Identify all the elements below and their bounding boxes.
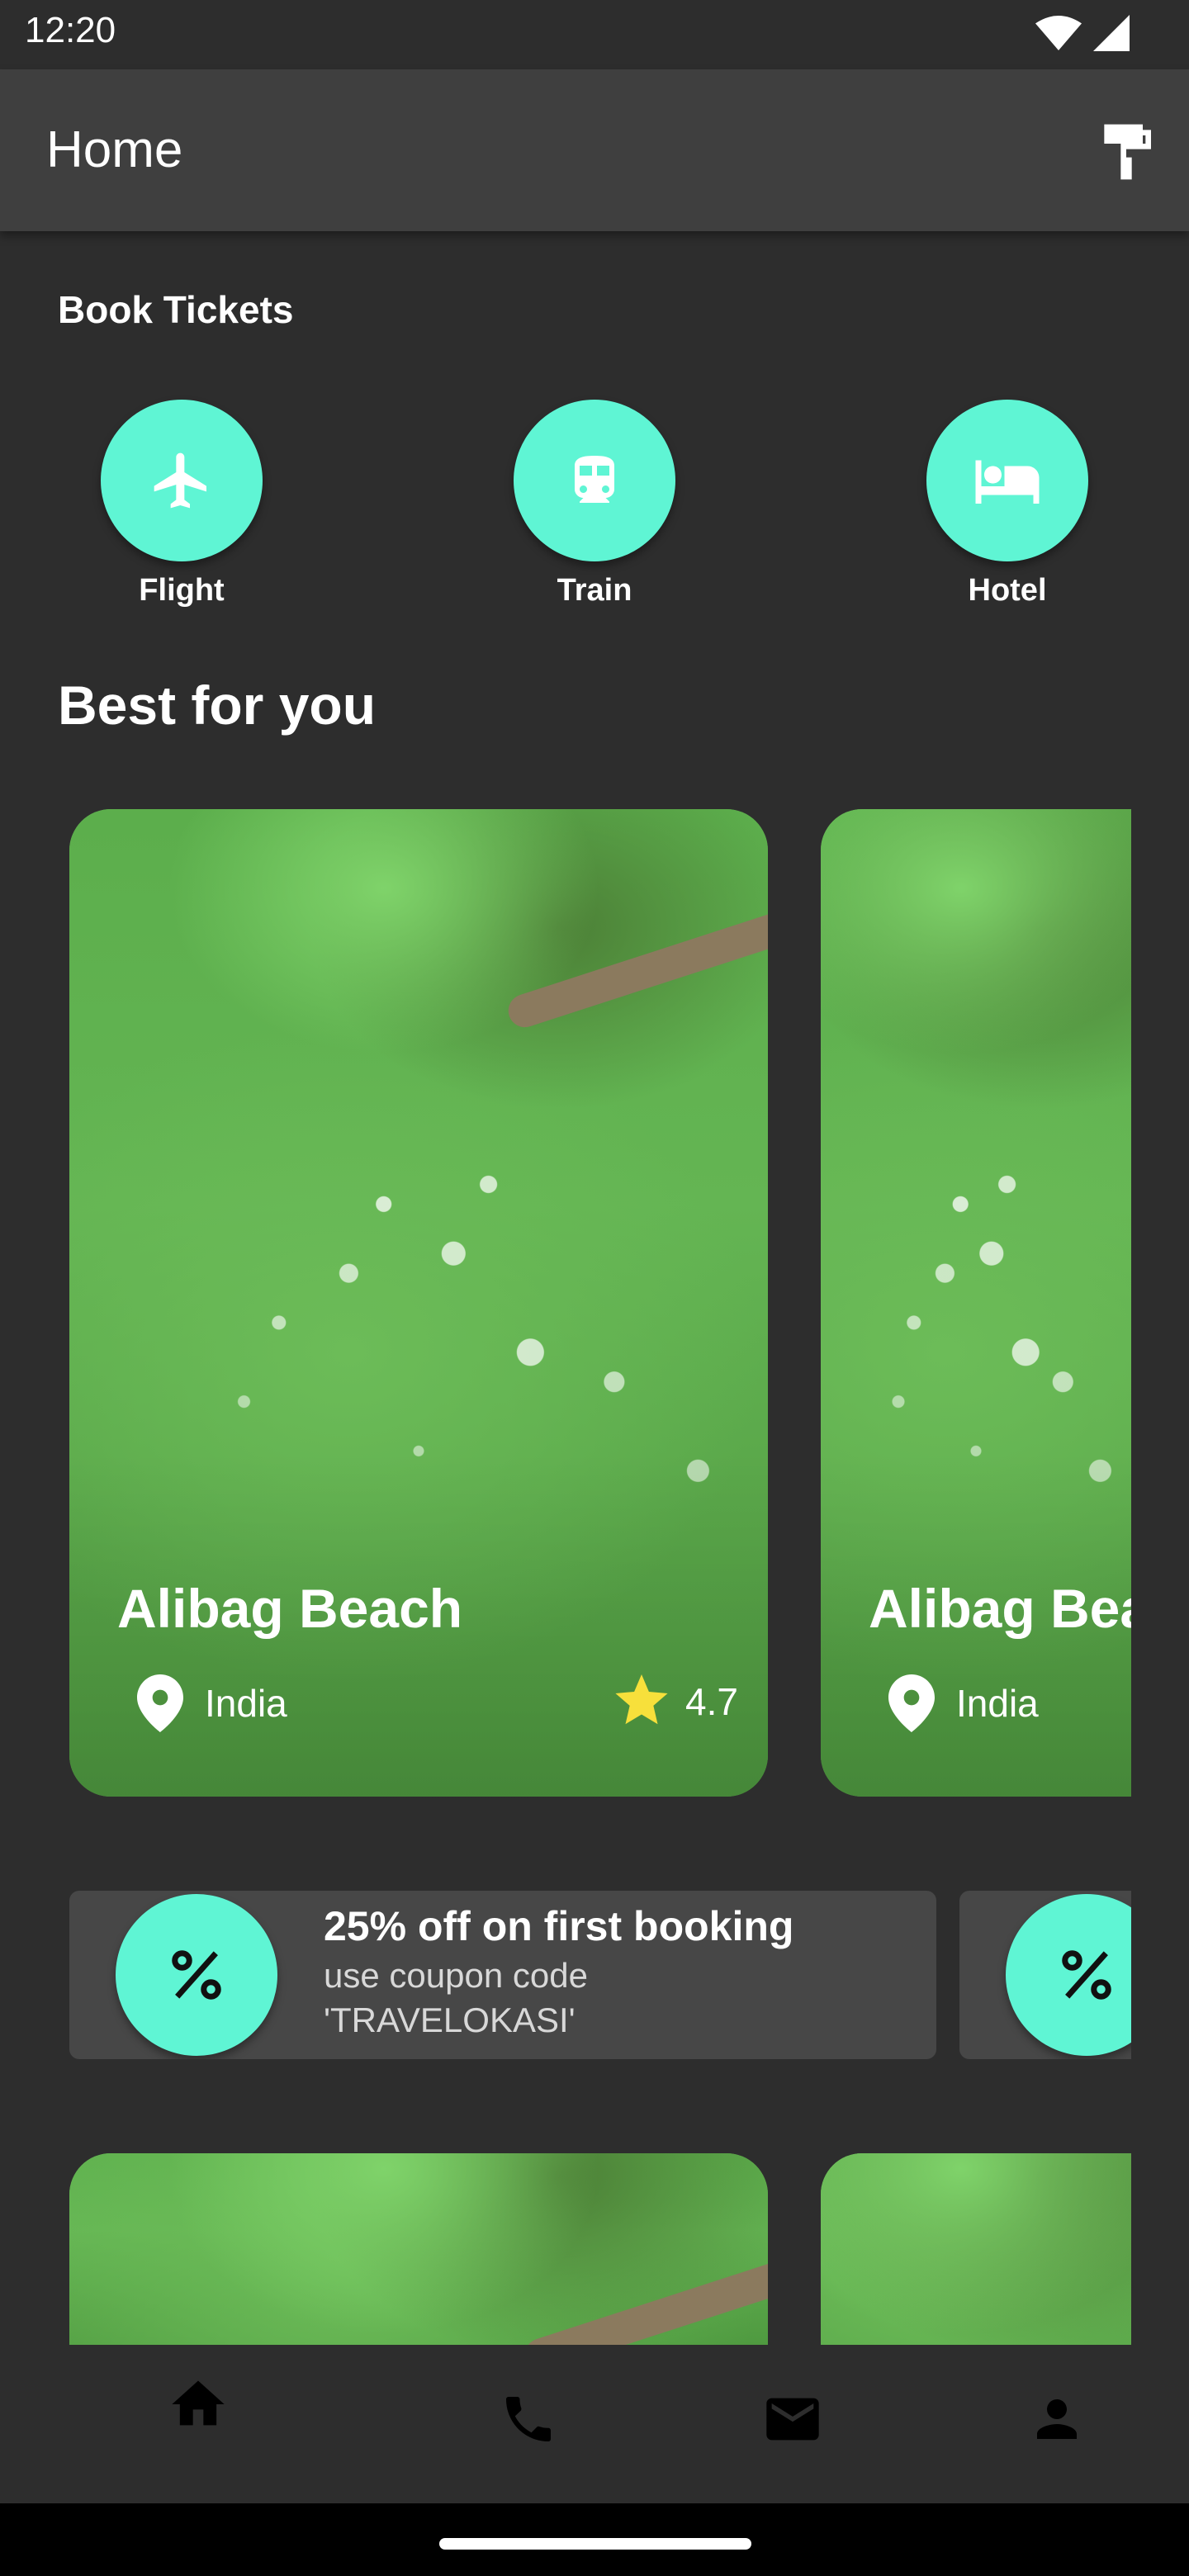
bottom-navigation [0, 2345, 1189, 2503]
train-icon [575, 456, 614, 503]
home-icon [172, 2380, 225, 2426]
coupon-icon-circle [1006, 1894, 1131, 2056]
mail-icon [766, 2398, 819, 2441]
page-title: Home [46, 121, 183, 178]
place-card[interactable] [821, 2153, 1131, 2345]
book-train[interactable]: Train [512, 400, 677, 608]
nav-mail[interactable] [751, 2378, 834, 2460]
person-icon [1037, 2399, 1077, 2439]
location-pin-icon [888, 1674, 935, 1732]
status-bar: 12:20 [0, 0, 1189, 69]
coupon-card[interactable]: 25% off on first booking use coupon code… [69, 1891, 936, 2059]
coupon-line-1: use coupon code [324, 1956, 588, 1995]
place-name: Alibag Beach [117, 1578, 463, 1639]
place-rating: 4.7 [613, 1674, 738, 1729]
home-gesture-pill[interactable] [439, 2538, 751, 2550]
train-label: Train [557, 573, 632, 608]
place-card[interactable]: Alibag Beach India [821, 809, 1131, 1797]
place-card[interactable] [69, 2153, 768, 2345]
location-text: India [205, 1682, 287, 1725]
percent-icon [1062, 1950, 1111, 2000]
train-button[interactable] [514, 400, 675, 561]
signal-icon [1093, 15, 1130, 51]
hotel-label: Hotel [968, 573, 1047, 608]
airplane-icon [154, 452, 206, 509]
location-text: India [956, 1682, 1039, 1725]
location-pin-icon [137, 1674, 183, 1732]
place-image [821, 2153, 1131, 2345]
system-icons [1035, 15, 1130, 51]
wifi-icon [1035, 16, 1082, 50]
place-location: India [888, 1674, 1039, 1732]
paint-roller-icon[interactable] [1093, 117, 1159, 187]
book-hotel[interactable]: Hotel [925, 400, 1090, 608]
place-location: India [137, 1674, 287, 1732]
nav-call[interactable] [487, 2378, 570, 2460]
coupon-code: 'TRAVELOKASI' [324, 2001, 576, 2039]
best-for-you-title: Best for you [58, 675, 377, 736]
book-tickets-title: Book Tickets [58, 288, 294, 331]
book-flight[interactable]: Flight [99, 400, 264, 608]
percent-icon [172, 1950, 221, 2000]
flight-button[interactable] [101, 400, 263, 561]
app-bar: Home [0, 69, 1189, 231]
place-name: Alibag Beach [869, 1578, 1131, 1639]
hotel-button[interactable] [926, 400, 1088, 561]
nav-home[interactable] [157, 2363, 239, 2446]
rating-value: 4.7 [685, 1680, 738, 1723]
coupon-description: use coupon code 'TRAVELOKASI' [324, 1953, 588, 2043]
phone-icon [506, 2397, 551, 2441]
place-card[interactable]: Alibag Beach India 4.7 [69, 809, 768, 1797]
system-gesture-area [0, 2503, 1189, 2576]
star-icon [615, 1674, 668, 1725]
hotel-bed-icon [975, 460, 1040, 504]
status-time: 12:20 [25, 10, 116, 50]
coupon-card[interactable] [959, 1891, 1131, 2059]
coupon-headline: 25% off on first booking [324, 1903, 794, 1949]
coupon-icon-circle [116, 1894, 277, 2056]
flight-label: Flight [139, 573, 225, 608]
nav-profile[interactable] [1016, 2378, 1098, 2460]
